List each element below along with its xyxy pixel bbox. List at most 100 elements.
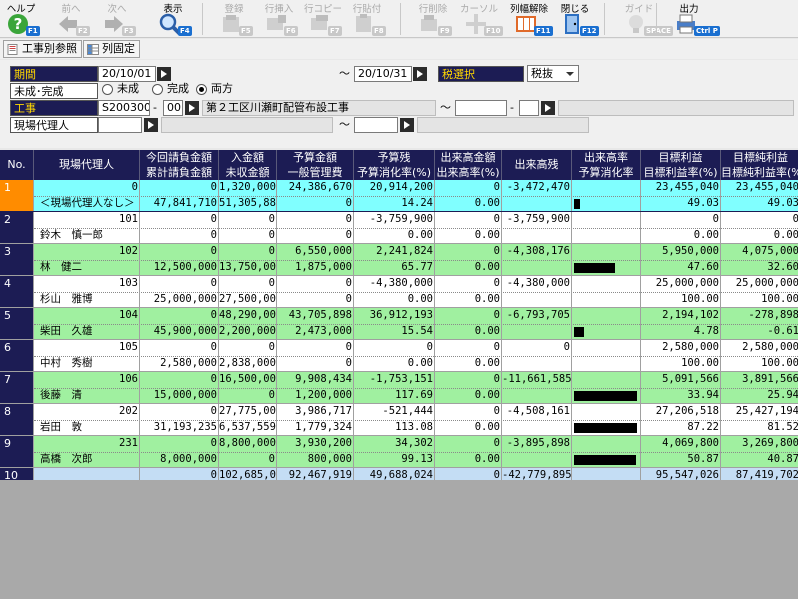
table-row[interactable]: 8 202 岩田 敦 0 31,193,235 27,775,000 6,537,559 3,… [0,404,798,436]
target-net-profit-cell[interactable]: -278,898 [721,308,798,323]
progress-amount-cell[interactable]: 0 [435,404,502,419]
budget-remaining-rate-cell[interactable]: 117.69 [354,388,435,403]
payment-amount-rate-cell[interactable]: 6,537,559 [219,420,277,435]
payment-amount-rate-cell[interactable]: 51,305,881 [219,196,277,211]
progress-amount-cell[interactable]: 0 [435,372,502,387]
contract-amount-cell[interactable]: 0 [140,276,219,291]
budget-remaining-rate-cell[interactable]: 113.08 [354,420,435,435]
contract-amount-cell[interactable]: 0 [140,212,219,227]
payment-amount-cell[interactable]: 0 [219,340,277,355]
payment-amount-rate-cell[interactable]: 0 [219,228,277,243]
column-subheader[interactable]: 目標利益率(%) [641,165,721,180]
budget-remaining-rate-cell[interactable]: 15.54 [354,324,435,339]
contract-amount-cell[interactable]: 0 [140,404,219,419]
budget-remaining-cell[interactable]: 0 [354,340,435,355]
progress-remaining-cell[interactable]: -4,308,176 [502,244,572,259]
manager-name-cell[interactable]: 後藤 清 [38,388,140,403]
payment-amount-cell[interactable]: 1,320,000 [219,180,277,195]
budget-amount-rate-cell[interactable]: 1,779,324 [277,420,354,435]
project-code-input[interactable]: S2003001 [98,100,150,116]
column-header[interactable]: 目標純利益 [721,150,798,165]
budget-remaining-cell[interactable]: -4,380,000 [354,276,435,291]
progress-amount-rate-cell[interactable]: 0.00 [435,388,502,403]
status-radio-incomplete[interactable]: 未成 [102,82,148,97]
progress-remaining-cell[interactable]: -3,472,470 [502,180,572,195]
column-header[interactable]: No. [0,150,34,180]
toolbar-arrow-left-button[interactable]: 前へ F2 [50,0,92,38]
progress-amount-cell[interactable]: 0 [435,436,502,451]
toolbar-row-paste-button[interactable]: 行貼付 F8 [346,0,388,38]
column-header[interactable]: 出来高率 [572,150,641,165]
column-header[interactable]: 出来高金額 [435,150,502,165]
target-net-profit-cell[interactable]: 25,427,194 [721,404,798,419]
table-row[interactable]: 7 106 後藤 清 0 15,000,000 16,500,000 0 9,908,434 1… [0,372,798,404]
progress-remaining-cell[interactable]: 0 [502,340,572,355]
budget-remaining-rate-cell[interactable]: 14.24 [354,196,435,211]
payment-amount-cell[interactable]: 48,290,000 [219,308,277,323]
status-radio-complete[interactable]: 完成 [152,82,198,97]
target-profit-rate-cell[interactable]: 49.03 [641,196,721,211]
progress-amount-rate-cell[interactable]: 0.00 [435,420,502,435]
target-net-profit-rate-cell[interactable]: 25.94 [721,388,798,403]
progress-amount-cell[interactable]: 0 [435,244,502,259]
target-net-profit-cell[interactable]: 3,269,800 [721,436,798,451]
manager-name-cell[interactable]: ＜現場代理人なし＞ [38,196,140,211]
column-header[interactable]: 出来高残 [502,150,572,180]
budget-remaining-rate-cell[interactable]: 0.00 [354,292,435,307]
budget-amount-cell[interactable]: 0 [277,340,354,355]
project-picker-button[interactable] [185,101,199,115]
progress-remaining-cell[interactable]: -11,661,585 [502,372,572,387]
manager-name-cell[interactable]: 柴田 久雄 [38,324,140,339]
budget-remaining-rate-cell[interactable]: 65.77 [354,260,435,275]
progress-amount-rate-cell[interactable]: 0.00 [435,260,502,275]
target-profit-rate-cell[interactable]: 100.00 [641,356,721,371]
target-net-profit-rate-cell[interactable]: 0.00 [721,228,798,243]
toolbar-register-button[interactable]: 登録 F5 [213,0,255,38]
period-from-input[interactable]: 20/10/01 [98,66,156,82]
toolbar-cursor-button[interactable]: カーソル F10 [458,0,503,38]
contract-amount-rate-cell[interactable]: 8,000,000 [140,452,219,467]
budget-amount-rate-cell[interactable]: 0 [277,196,354,211]
contract-amount-cell[interactable]: 0 [140,308,219,323]
manager-from-input[interactable] [98,117,142,133]
manager-code-cell[interactable]: 0 [34,180,140,195]
column-subheader[interactable]: 目標純利益率(%) [721,165,798,180]
budget-remaining-cell[interactable]: -521,444 [354,404,435,419]
column-lock-button[interactable]: 列固定 [83,40,140,58]
column-subheader[interactable]: 一般管理費 [277,165,354,180]
table-row[interactable]: 3 102 林 健二 0 12,500,000 0 13,750,000 6,550,000 1… [0,244,798,276]
progress-remaining-cell[interactable]: -3,759,900 [502,212,572,227]
payment-amount-cell[interactable]: 0 [219,244,277,259]
manager-from-picker-button[interactable] [144,118,158,132]
budget-amount-cell[interactable]: 0 [277,276,354,291]
manager-name-cell[interactable]: 中村 秀樹 [38,356,140,371]
contract-amount-rate-cell[interactable]: 25,000,000 [140,292,219,307]
progress-amount-rate-cell[interactable]: 0.00 [435,292,502,307]
progress-remaining-cell[interactable]: -4,380,000 [502,276,572,291]
target-profit-rate-cell[interactable]: 87.22 [641,420,721,435]
project-to-picker-button[interactable] [541,101,555,115]
row-number[interactable]: 9 [0,436,34,468]
manager-to-input[interactable] [354,117,398,133]
target-net-profit-rate-cell[interactable]: 32.60 [721,260,798,275]
budget-amount-rate-cell[interactable]: 0 [277,228,354,243]
period-to-input[interactable]: 20/10/31 [354,66,412,82]
budget-remaining-cell[interactable]: 2,241,824 [354,244,435,259]
payment-amount-cell[interactable]: 16,500,000 [219,372,277,387]
project-to-code-input[interactable] [455,100,507,116]
target-net-profit-cell[interactable]: 2,580,000 [721,340,798,355]
row-number[interactable]: 4 [0,276,34,308]
toolbar-guide-lightbulb-button[interactable]: ガイド SPACE [618,0,673,38]
target-net-profit-rate-cell[interactable]: -0.61 [721,324,798,339]
progress-amount-cell[interactable]: 0 [435,340,502,355]
row-number[interactable]: 3 [0,244,34,276]
contract-amount-rate-cell[interactable]: 12,500,000 [140,260,219,275]
contract-amount-cell[interactable]: 0 [140,340,219,355]
target-net-profit-rate-cell[interactable]: 49.03 [721,196,798,211]
budget-amount-cell[interactable]: 43,705,898 [277,308,354,323]
column-subheader[interactable]: 未収金額 [219,165,277,180]
progress-remaining-cell[interactable]: -6,793,705 [502,308,572,323]
budget-amount-cell[interactable]: 3,930,200 [277,436,354,451]
progress-amount-rate-cell[interactable]: 0.00 [435,228,502,243]
budget-remaining-rate-cell[interactable]: 99.13 [354,452,435,467]
